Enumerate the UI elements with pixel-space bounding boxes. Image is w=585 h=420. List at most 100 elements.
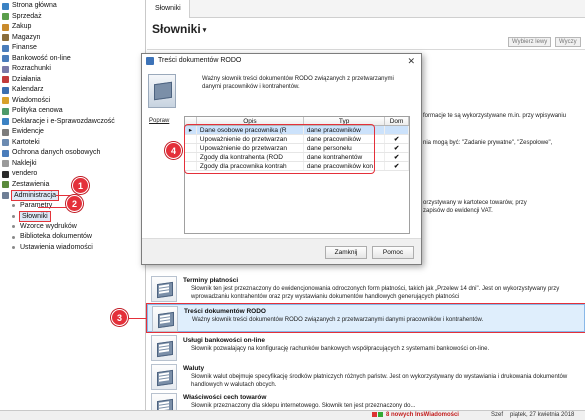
page-title[interactable]: Słowniki ▾ bbox=[152, 22, 206, 36]
dictionary-entry[interactable]: Usługi bankowości on-line Słownik pozwal… bbox=[147, 334, 585, 362]
dictionary-entry[interactable]: Terminy płatności Słownik ten jest przez… bbox=[147, 273, 585, 303]
status-user: Szef bbox=[491, 412, 504, 418]
price-tag-icon bbox=[2, 107, 9, 115]
close-icon[interactable]: ✕ bbox=[407, 54, 415, 68]
nav-item-ewidencje[interactable]: Ewidencje bbox=[0, 127, 145, 138]
navigation-tree: Strona główna Sprzedaż Zakup Magazyn Fin… bbox=[0, 0, 145, 253]
row-indicator-header bbox=[185, 117, 197, 125]
cell-opis: Zgody dla pracownika kontrah bbox=[197, 162, 304, 170]
nav-item-deklaracje[interactable]: Deklaracje i e-Sprawozdawczość bbox=[0, 117, 145, 128]
bullet-icon bbox=[12, 235, 15, 239]
nav-item-kalendarz[interactable]: Kalendarz bbox=[0, 85, 145, 96]
cell-typ: dane pracowników bbox=[304, 135, 386, 143]
nav-item-wiadomosci[interactable]: Wiadomości bbox=[0, 96, 145, 107]
dialog-footer: Zamknij Pomoc bbox=[142, 238, 421, 264]
checkmark-icon: ✔ bbox=[385, 162, 409, 170]
dictionary-entry[interactable]: Waluty Słownik walut obejmuje specyfikac… bbox=[147, 362, 585, 392]
sticker-icon bbox=[2, 160, 9, 168]
table-row[interactable]: Upoważnienie do przetwarzan dane persone… bbox=[185, 144, 409, 153]
divider bbox=[147, 49, 585, 50]
cell-dom bbox=[385, 126, 409, 134]
dictionary-entry-selected[interactable]: Treści dokumentów RODO Ważny słownik tre… bbox=[146, 303, 585, 333]
records-icon bbox=[2, 128, 9, 136]
table-row[interactable]: Upoważnienie do przetwarzan dane pracown… bbox=[185, 135, 409, 144]
list-text-fragment: nia mogą być: "Zadanie prywatne", "Zespo… bbox=[423, 140, 553, 146]
bullet-icon bbox=[12, 225, 15, 229]
list-text-fragment: zapisów do ewidencji VAT. bbox=[423, 208, 493, 214]
status-led-icon bbox=[378, 411, 383, 417]
entry-description: Słownik przeznaczony dla sklepu internet… bbox=[191, 403, 416, 409]
purchase-icon bbox=[2, 23, 9, 31]
rodo-grid: Opis Typ Dom ▸ Dane osobowe pracownika (… bbox=[184, 116, 410, 234]
entry-description: Słownik walut obejmuje specyfikację środ… bbox=[191, 374, 568, 388]
sales-icon bbox=[2, 13, 9, 21]
bullet-icon bbox=[12, 246, 15, 250]
chevron-down-icon: ▾ bbox=[202, 26, 207, 34]
table-row[interactable]: ▸ Dane osobowe pracownika (R dane pracow… bbox=[185, 126, 409, 135]
settlements-icon bbox=[2, 65, 9, 73]
nav-item-dzialania[interactable]: Działania bbox=[0, 75, 145, 86]
callout-badge-4: 4 bbox=[165, 142, 182, 159]
help-button[interactable]: Pomoc bbox=[372, 246, 414, 259]
nav-subitem-wzorce-wydrukow[interactable]: Wzorce wydruków bbox=[0, 222, 145, 233]
cell-typ: dane kontrahentów bbox=[304, 153, 386, 161]
dialog-description: Ważny słownik treści dokumentów RODO zwi… bbox=[202, 76, 394, 90]
nav-item-ochrona-danych[interactable]: Ochrona danych osobowych bbox=[0, 148, 145, 159]
nav-item-strona-glowna[interactable]: Strona główna bbox=[0, 1, 145, 12]
entry-title: Treści dokumentów RODO bbox=[184, 308, 266, 315]
status-date: piątek, 27 kwietnia 2018 bbox=[510, 412, 575, 418]
nav-item-finanse[interactable]: Finanse bbox=[0, 43, 145, 54]
tab-bar: Słowniki bbox=[147, 0, 585, 18]
finance-icon bbox=[2, 44, 9, 52]
nav-item-kartoteki[interactable]: Kartoteki bbox=[0, 138, 145, 149]
card-index-icon bbox=[2, 139, 9, 147]
envelope-icon bbox=[2, 97, 9, 105]
edit-link[interactable]: Popraw bbox=[149, 118, 169, 124]
dictionary-icon bbox=[152, 306, 178, 332]
tab-slowniki[interactable]: Słowniki bbox=[147, 0, 190, 18]
nav-subitem-biblioteka[interactable]: Biblioteka dokumentów bbox=[0, 232, 145, 243]
row-pointer-icon: ▸ bbox=[185, 126, 197, 134]
nav-item-polityka-cenowa[interactable]: Polityka cenowa bbox=[0, 106, 145, 117]
dictionary-icon bbox=[151, 364, 177, 390]
table-row[interactable]: Zgody dla kontrahenta (ROD dane kontrahe… bbox=[185, 153, 409, 162]
column-header-opis[interactable]: Opis bbox=[197, 117, 304, 125]
cell-typ: dane pracowników bbox=[304, 126, 386, 134]
messages-indicator[interactable]: 8 nowych InsWiadomości bbox=[386, 411, 459, 420]
nav-item-zakup[interactable]: Zakup bbox=[0, 22, 145, 33]
list-text-fragment: formacje te są wykorzystywane m.in. przy… bbox=[423, 113, 567, 119]
nav-item-magazyn[interactable]: Magazyn bbox=[0, 33, 145, 44]
nav-item-sprzedaz[interactable]: Sprzedaż bbox=[0, 12, 145, 23]
table-row[interactable]: Zgody dla pracownika kontrah dane pracow… bbox=[185, 162, 409, 171]
close-button[interactable]: Zamknij bbox=[325, 246, 367, 259]
select-left-button[interactable]: Wybierz lewy bbox=[508, 37, 552, 47]
list-text-fragment: orzystywany w kartotece towarów, przy bbox=[423, 200, 527, 206]
dictionary-entry[interactable]: Właściwości cech towarów Słownik przezna… bbox=[147, 392, 585, 410]
status-led-icon bbox=[372, 411, 377, 417]
vendero-icon bbox=[2, 170, 9, 178]
checkmark-icon: ✔ bbox=[385, 153, 409, 161]
nav-subitem-slowniki[interactable]: Słowniki bbox=[0, 210, 145, 222]
home-icon bbox=[2, 2, 9, 10]
nav-item-naklejki[interactable]: Naklejki bbox=[0, 159, 145, 170]
nav-item-bankowosc[interactable]: Bankowość on-line bbox=[0, 54, 145, 65]
clear-button[interactable]: Wyczy bbox=[555, 37, 581, 47]
dictionary-icon bbox=[148, 74, 176, 108]
status-indicators bbox=[372, 411, 384, 420]
report-icon bbox=[2, 181, 9, 189]
column-header-dom[interactable]: Dom bbox=[385, 117, 409, 125]
cell-typ: dane pracowników kon bbox=[304, 162, 386, 170]
status-bar: 8 nowych InsWiadomości Szef piątek, 27 k… bbox=[0, 410, 585, 420]
row-indicator bbox=[185, 135, 197, 143]
nav-item-vendero[interactable]: vendero bbox=[0, 169, 145, 180]
row-indicator bbox=[185, 162, 197, 170]
cell-opis: Upoważnienie do przetwarzan bbox=[197, 144, 304, 152]
nav-item-rozrachunki[interactable]: Rozrachunki bbox=[0, 64, 145, 75]
warehouse-icon bbox=[2, 34, 9, 42]
checkmark-icon: ✔ bbox=[385, 135, 409, 143]
rodo-dictionary-dialog: Treści dokumentów RODO ✕ Ważny słownik t… bbox=[141, 53, 422, 265]
nav-subitem-ustawienia-wiadomosci[interactable]: Ustawienia wiadomości bbox=[0, 243, 145, 254]
dictionary-icon bbox=[151, 335, 177, 361]
cell-opis: Upoważnienie do przetwarzan bbox=[197, 135, 304, 143]
column-header-typ[interactable]: Typ bbox=[304, 117, 386, 125]
